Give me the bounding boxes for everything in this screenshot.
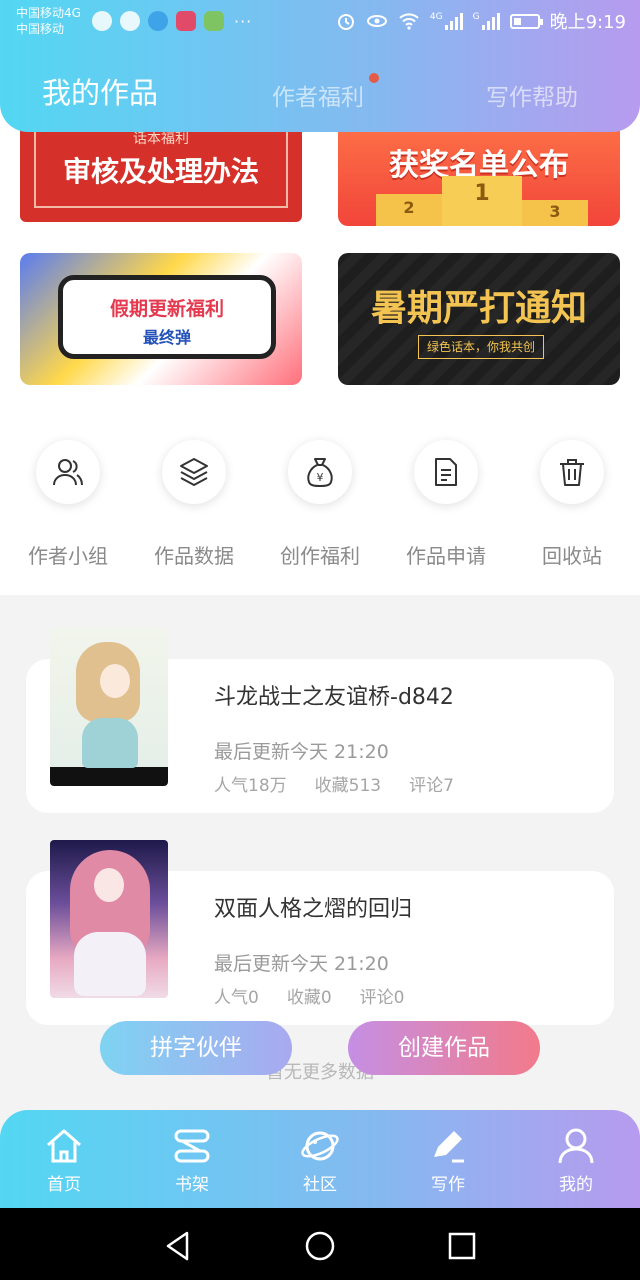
work-updated: 最后更新今天 21:20 <box>214 953 389 975</box>
tab-author-benefits[interactable]: 作者福利 <box>272 78 364 112</box>
work-favorites: 收藏0 <box>286 988 332 1008</box>
cover-face <box>100 664 130 698</box>
signal-icon-1: 4G <box>430 12 463 30</box>
shortcut-work-application[interactable]: 作品申请 <box>383 440 509 569</box>
list-footer: 暂无更多数据 <box>266 1062 374 1083</box>
status-bar: 中国移动4G 中国移动 ··· 4G G 晚上9:19 <box>0 0 640 44</box>
home-icon <box>0 1126 128 1166</box>
recent-apps-icon[interactable] <box>442 1226 482 1266</box>
work-comments: 评论7 <box>409 776 454 796</box>
nav-label: 社区 <box>303 1175 337 1195</box>
work-popularity: 人气18万 <box>214 776 287 796</box>
battery-icon <box>509 13 543 29</box>
system-nav-bar <box>0 1208 640 1280</box>
home-circle-icon[interactable] <box>300 1226 340 1266</box>
work-title: 斗龙战士之友谊桥-d842 <box>214 685 454 710</box>
app-notification-icon <box>148 11 168 31</box>
planet-icon <box>256 1126 384 1166</box>
podium-first: 1 <box>442 176 522 226</box>
shortcut-label: 作者小组 <box>28 544 108 568</box>
nav-label: 写作 <box>431 1175 465 1195</box>
nav-write[interactable]: 写作 <box>384 1126 512 1195</box>
shortcut-label: 创作福利 <box>280 544 360 568</box>
system-status: 4G G 晚上9:19 <box>336 8 626 34</box>
bookshelf-icon <box>128 1126 256 1166</box>
svg-text:¥: ¥ <box>317 471 324 484</box>
carrier-info: 中国移动4G 中国移动 <box>16 5 81 37</box>
network-type-1: 4G <box>429 12 443 22</box>
cover-body <box>82 718 138 768</box>
shortcut-label: 作品数据 <box>154 544 234 568</box>
work-popularity: 人气0 <box>214 988 259 1008</box>
shortcut-work-data[interactable]: 作品数据 <box>131 440 257 569</box>
back-icon[interactable] <box>158 1226 198 1266</box>
tab-my-works[interactable]: 我的作品 <box>42 70 158 112</box>
nav-home[interactable]: 首页 <box>0 1126 128 1195</box>
banner-title: 暑期严打通知 <box>370 288 587 329</box>
cover-dress <box>74 932 146 996</box>
banner-holiday-benefits[interactable]: 假期更新福利 最终弹 <box>20 253 302 385</box>
banner-title: 审核及处理办法 <box>62 155 259 188</box>
signal-icon-2: G <box>473 12 500 30</box>
users-icon <box>36 440 100 504</box>
work-cover[interactable] <box>50 628 168 786</box>
profile-icon <box>512 1126 640 1166</box>
pen-icon <box>384 1126 512 1166</box>
document-icon <box>414 440 478 504</box>
nav-label: 我的 <box>559 1175 593 1195</box>
moon-icon <box>120 11 140 31</box>
shortcut-label: 作品申请 <box>406 544 486 568</box>
work-stats: 人气0 收藏0 评论0 <box>214 983 404 1008</box>
clock: 晚上9:19 <box>549 12 626 33</box>
work-cover[interactable] <box>50 840 168 998</box>
work-updated: 最后更新今天 21:20 <box>214 741 389 763</box>
work-title: 双面人格之熠的回归 <box>214 897 413 922</box>
partner-button[interactable]: 拼字伙伴 <box>100 1021 292 1075</box>
banner-summer-notice[interactable]: 暑期严打通知 绿色话本，你我共创 <box>338 253 620 385</box>
app-notification-icon <box>176 11 196 31</box>
network-type-2: G <box>472 12 480 22</box>
top-header: 中国移动4G 中国移动 ··· 4G G 晚上9:19 我的作品 作者福利 写作… <box>0 0 640 132</box>
header-tabs: 我的作品 作者福利 写作帮助 <box>0 70 640 112</box>
bottom-nav: 首页 书架 社区 写作 我的 <box>0 1110 640 1208</box>
work-comments: 评论0 <box>359 988 405 1008</box>
podium-third: 3 <box>522 200 588 226</box>
notification-icons: ··· <box>92 11 252 31</box>
cover-face <box>94 868 124 902</box>
shortcut-author-group[interactable]: 作者小组 <box>5 440 131 569</box>
eye-icon <box>366 15 387 27</box>
nav-label: 首页 <box>47 1175 81 1195</box>
banner-subtitle: 最终弹 <box>142 328 191 347</box>
carrier-2: 中国移动 <box>16 22 65 36</box>
shortcut-creation-benefits[interactable]: ¥ 创作福利 <box>257 440 383 569</box>
nav-bookshelf[interactable]: 书架 <box>128 1126 256 1195</box>
alarm-icon <box>337 14 354 30</box>
banner-title: 假期更新福利 <box>109 298 224 320</box>
trash-icon <box>540 440 604 504</box>
wifi-icon <box>399 13 419 30</box>
work-favorites: 收藏513 <box>314 776 382 796</box>
phone-illustration: 假期更新福利 最终弹 <box>58 275 276 359</box>
podium-second: 2 <box>376 194 442 226</box>
money-bag-icon: ¥ <box>288 440 352 504</box>
create-work-button[interactable]: 创建作品 <box>348 1021 540 1075</box>
work-stats: 人气18万 收藏513 评论7 <box>214 771 454 796</box>
nav-label: 书架 <box>175 1175 209 1195</box>
globe-icon <box>92 11 112 31</box>
nav-community[interactable]: 社区 <box>256 1126 384 1195</box>
banner-subtitle: 绿色话本，你我共创 <box>418 335 544 359</box>
carrier-1: 中国移动4G <box>16 6 81 20</box>
tab-writing-help[interactable]: 写作帮助 <box>486 78 578 112</box>
shortcut-recycle-bin[interactable]: 回收站 <box>509 440 635 569</box>
shortcut-label: 回收站 <box>542 544 602 568</box>
more-notifications-icon: ··· <box>234 11 253 31</box>
layers-icon <box>162 440 226 504</box>
app-notification-icon <box>204 11 224 31</box>
notification-dot <box>369 73 379 83</box>
nav-profile[interactable]: 我的 <box>512 1126 640 1195</box>
